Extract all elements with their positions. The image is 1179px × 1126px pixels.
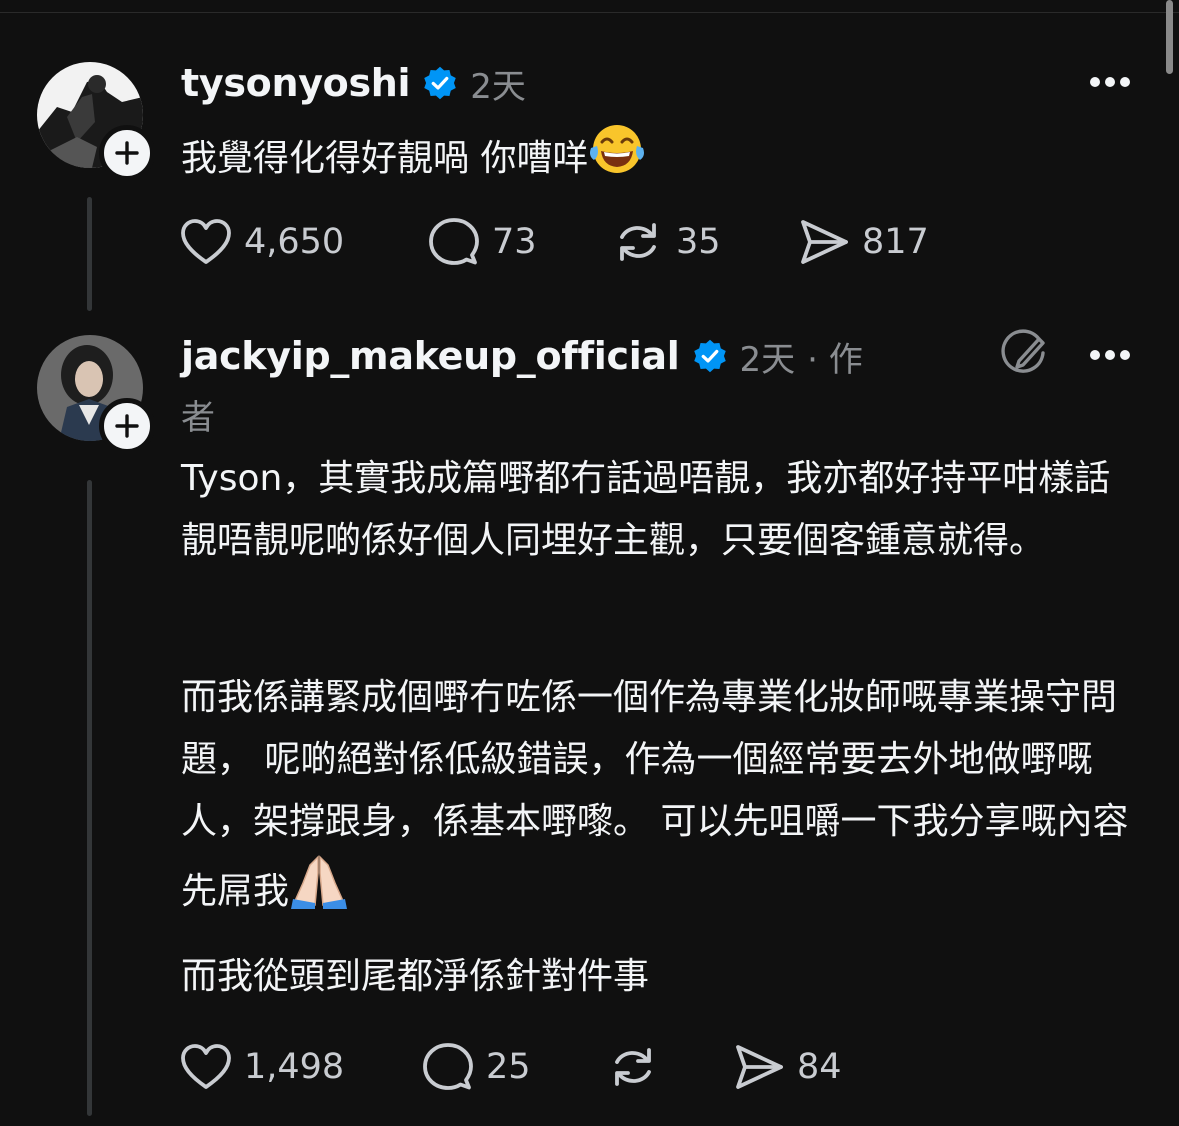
like-button[interactable]: 1,498: [180, 1042, 344, 1092]
comment-header: tysonyoshi 2天: [181, 58, 526, 108]
comment-paragraph: 而我係講緊成個嘢冇咗係一個作為專業化妝師嘅專業操守問題， 呢啲絕對係低級錯誤，作…: [181, 667, 1136, 923]
like-button[interactable]: 4,650: [180, 217, 344, 267]
comment-paragraph: Tyson，其實我成篇嘢都冇話過唔靚，我亦都好持平咁樣話靚唔靚呢啲係好個人同埋好…: [181, 458, 1111, 561]
comment-header: jackyip_makeup_official 2天 · 作: [181, 331, 863, 381]
share-count: 84: [797, 1047, 842, 1087]
comment-text-content: 我覺得化得好靚喎 你嘈咩: [181, 138, 589, 179]
thread-line: [87, 197, 92, 311]
follow-button[interactable]: [99, 398, 155, 454]
heart-icon: [181, 1044, 231, 1089]
top-divider: [0, 12, 1179, 13]
reply-button[interactable]: 73: [428, 217, 537, 267]
tears-of-joy-emoji-icon: [590, 125, 645, 173]
plus-icon: [115, 414, 139, 438]
repost-count: 35: [676, 222, 721, 262]
share-button[interactable]: 84: [733, 1042, 842, 1092]
reply-button[interactable]: 25: [422, 1042, 531, 1092]
author-tag: · 作: [807, 339, 863, 380]
author-tag-continued: 者: [181, 398, 215, 438]
send-icon: [801, 220, 848, 264]
folded-hands-emoji-icon: [291, 855, 348, 909]
edit-icon[interactable]: [999, 329, 1049, 377]
share-button[interactable]: 817: [798, 217, 929, 267]
username[interactable]: tysonyoshi: [181, 61, 411, 105]
verified-badge-icon: [424, 66, 457, 100]
comment-paragraph: 而我從頭到尾都淨係針對件事: [181, 956, 650, 997]
like-count: 1,498: [244, 1047, 345, 1087]
like-count: 4,650: [244, 222, 345, 262]
more-options-icon[interactable]: [1089, 75, 1131, 89]
plus-icon: [115, 141, 139, 165]
repost-icon: [615, 1048, 651, 1086]
repost-icon: [620, 223, 656, 261]
timestamp: 2天: [470, 66, 526, 107]
thread-line: [87, 480, 92, 1116]
reply-count: 73: [492, 222, 537, 262]
reply-count: 25: [486, 1047, 531, 1087]
more-options-icon[interactable]: [1089, 348, 1131, 362]
timestamp: 2天: [739, 339, 796, 380]
comment-icon: [423, 1043, 473, 1090]
share-count: 817: [862, 222, 929, 262]
repost-button[interactable]: [607, 1042, 671, 1092]
follow-button[interactable]: [99, 125, 155, 181]
verified-badge-icon: [693, 339, 726, 373]
repost-button[interactable]: 35: [612, 217, 721, 267]
scrollbar[interactable]: [1166, 0, 1173, 74]
heart-icon: [181, 219, 231, 264]
username[interactable]: jackyip_makeup_official: [181, 334, 680, 378]
comment-icon: [429, 218, 479, 265]
send-icon: [736, 1045, 783, 1089]
comment-text: 我覺得化得好靚喎 你嘈咩: [181, 122, 1141, 190]
